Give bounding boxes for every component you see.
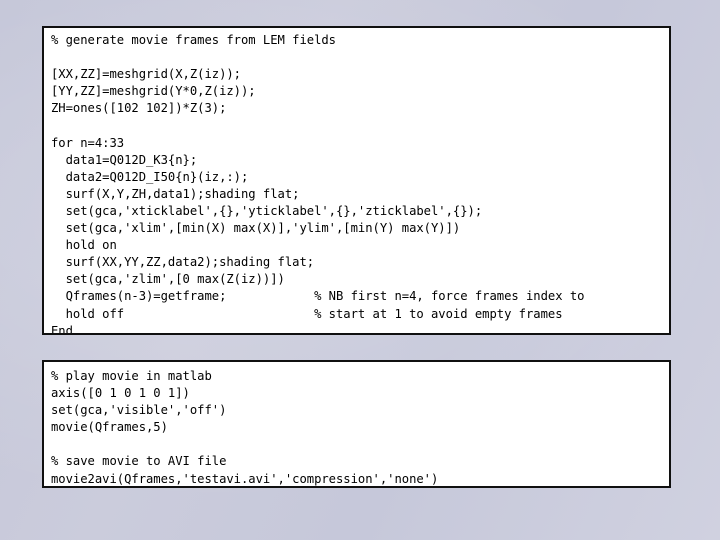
- code-text-play-and-save-movie: % play movie in matlab axis([0 1 0 1 0 1…: [51, 369, 439, 486]
- code-block-play-and-save-movie: % play movie in matlab axis([0 1 0 1 0 1…: [42, 360, 671, 488]
- code-text-generate-movie-frames: % generate movie frames from LEM fields …: [51, 33, 585, 335]
- slide-canvas: % generate movie frames from LEM fields …: [0, 0, 720, 540]
- code-block-generate-movie-frames: % generate movie frames from LEM fields …: [42, 26, 671, 335]
